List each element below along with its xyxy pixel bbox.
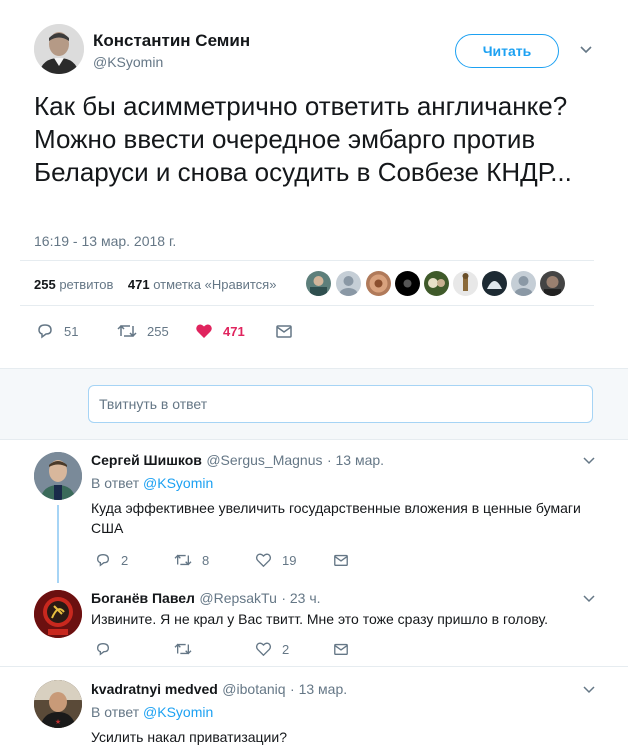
retweets-label[interactable]: ретвитов [59,277,113,292]
reply-author-name[interactable]: Сергей Шишков [91,452,202,468]
heart-icon [195,322,213,340]
liker-avatar[interactable] [540,271,565,296]
tweet-text: Как бы асимметрично ответить англичанке?… [34,91,572,187]
reply-to-prefix: В ответ [91,704,140,720]
likes-count[interactable]: 471 [128,277,150,292]
reply-header: Сергей Шишков @Sergus_Magnus · 13 мар. [91,452,384,470]
author-avatar[interactable] [34,24,84,74]
envelope-icon [275,322,293,340]
liker-avatar[interactable] [336,271,361,296]
reply-icon [36,322,54,340]
retweets-count[interactable]: 255 [34,277,56,292]
author-handle[interactable]: @KSyomin [93,54,163,70]
like-action[interactable]: 2 [255,641,289,657]
chevron-down-icon[interactable] [581,452,597,468]
like-action[interactable]: 19 [255,552,296,568]
envelope-icon [333,641,349,657]
reply-action[interactable] [95,641,121,657]
liker-avatar[interactable] [395,271,420,296]
reply-to-prefix: В ответ [91,475,140,491]
reply-author-handle[interactable]: @Sergus_Magnus [206,452,322,468]
liker-avatar[interactable] [306,271,331,296]
retweet-icon [174,641,192,657]
chevron-down-icon[interactable] [581,590,597,606]
reply-to: В ответ @KSyomin [91,475,213,491]
reply-text: Куда эффективнее увеличить государственн… [91,500,581,536]
divider [20,305,594,306]
retweet-count: 8 [202,552,210,568]
reply-action[interactable]: 2 [95,552,128,568]
like-count: 19 [282,552,297,568]
divider [20,260,594,261]
retweet-icon [174,552,192,568]
reply-author-handle[interactable]: @RepsakTu [199,590,277,606]
reply-text: Усилить накал приватизации? [91,729,287,745]
chevron-down-icon[interactable] [581,681,597,697]
engagement-stats: 255 ретвитов 471 отметка «Нравится» [34,277,276,292]
envelope-icon [333,552,349,568]
message-action[interactable] [333,641,349,657]
heart-icon [255,641,272,657]
reply-icon [95,552,111,568]
retweet-action[interactable]: 255 [117,322,169,340]
reply-avatar[interactable] [34,590,82,638]
author-name[interactable]: Константин Семин [93,31,250,51]
reply-to: В ответ @KSyomin [91,704,213,720]
reply-author-name[interactable]: kvadratnyi medved [91,681,218,697]
reply-time[interactable]: · 23 ч. [281,590,320,606]
liker-avatar[interactable] [511,271,536,296]
message-action[interactable] [275,322,293,340]
retweet-count: 255 [147,323,169,339]
divider [0,666,628,667]
tweet-timestamp[interactable]: 16:19 - 13 мар. 2018 г. [34,233,176,249]
message-action[interactable] [333,552,349,568]
reply-time[interactable]: · 13 мар. [290,681,347,697]
heart-icon [255,552,272,568]
like-count: 2 [282,641,290,657]
reply-avatar[interactable]: ★ [34,680,82,728]
thread-line [57,505,59,583]
like-count: 471 [223,323,245,339]
reply-to-handle[interactable]: @KSyomin [143,704,213,720]
liker-avatar[interactable] [453,271,478,296]
reply-header: Боганёв Павел @RepsakTu · 23 ч. [91,590,321,608]
retweet-action[interactable] [174,641,202,657]
reply-icon [95,641,111,657]
retweet-icon [117,322,137,340]
reply-input[interactable] [88,385,593,423]
liker-avatar[interactable] [482,271,507,296]
reply-action[interactable]: 51 [36,322,78,340]
reply-text: Извините. Я не крал у Вас твитт. Мне это… [91,611,548,627]
liker-avatar[interactable] [424,271,449,296]
reply-time[interactable]: · 13 мар. [327,452,384,468]
likes-label[interactable]: отметка «Нравится» [153,277,276,292]
follow-button[interactable]: Читать [455,34,559,68]
retweet-action[interactable]: 8 [174,552,209,568]
reply-count: 2 [121,552,129,568]
reply-avatar[interactable] [34,452,82,500]
like-action[interactable]: 471 [195,322,245,340]
liker-avatar[interactable] [366,271,391,296]
reply-header: kvadratnyi medved @ibotaniq · 13 мар. [91,681,347,699]
reply-author-handle[interactable]: @ibotaniq [222,681,285,697]
reply-count: 51 [64,323,79,339]
chevron-down-icon[interactable] [577,40,595,58]
reply-to-handle[interactable]: @KSyomin [143,475,213,491]
reply-author-name[interactable]: Боганёв Павел [91,590,195,606]
svg-text:★: ★ [55,718,61,726]
